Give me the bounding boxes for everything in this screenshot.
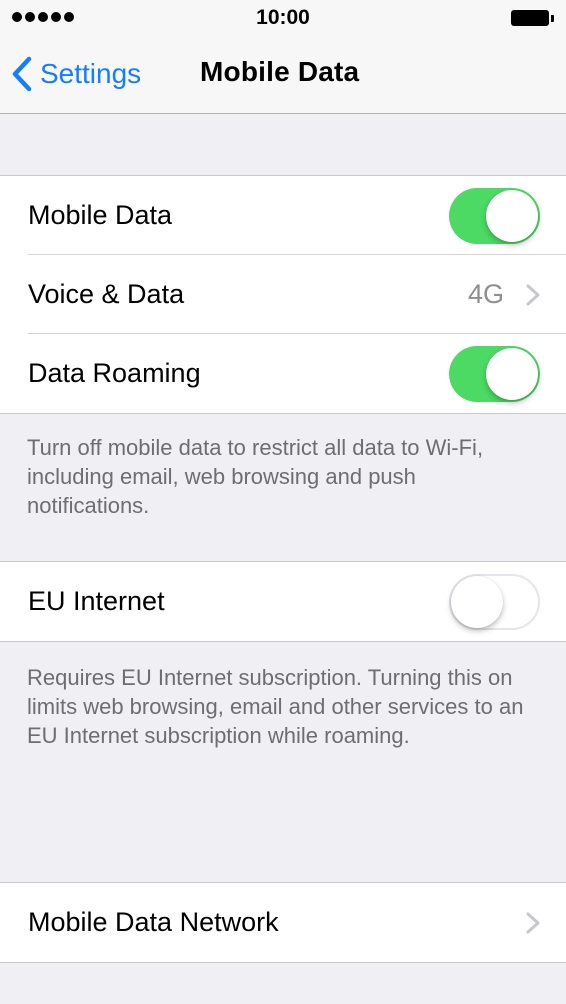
eu-internet-label: EU Internet: [28, 586, 165, 616]
chevron-right-icon: [526, 912, 540, 939]
eu-internet-group: EU Internet: [0, 561, 566, 642]
mobile-data-label: Mobile Data: [28, 200, 173, 230]
toggle-knob: [486, 189, 538, 242]
mobile-data-footer-note: Turn off mobile data to restrict all dat…: [27, 435, 484, 518]
data-roaming-label: Data Roaming: [28, 358, 201, 388]
chevron-right-icon: [526, 284, 540, 311]
status-time: 10:00: [256, 6, 310, 29]
back-button-label: Settings: [40, 58, 142, 89]
voice-and-data-label: Voice & Data: [28, 279, 185, 309]
eu-internet-footer-note: Requires EU Internet subscription. Turni…: [27, 665, 524, 748]
voice-and-data-value: 4G: [467, 279, 504, 309]
eu-internet-row: EU Internet: [0, 562, 566, 641]
data-roaming-row: Data Roaming: [0, 333, 566, 413]
toggle-knob: [451, 575, 503, 628]
page-title: Mobile Data: [200, 56, 360, 87]
battery-icon: [511, 10, 554, 26]
toggle-knob: [486, 347, 538, 400]
mobile-data-settings-group: Mobile Data Voice & Data 4G Data Roaming: [0, 175, 566, 414]
status-bar: 10:00: [0, 0, 566, 36]
voice-and-data-row[interactable]: Voice & Data 4G: [0, 254, 566, 334]
mobile-data-network-row[interactable]: Mobile Data Network: [0, 883, 566, 962]
navigation-bar: Settings Mobile Data: [0, 36, 566, 114]
eu-internet-toggle[interactable]: [449, 573, 540, 630]
mobile-data-network-group: Mobile Data Network: [0, 882, 566, 963]
screen: 10:00 Settings Mobile Data Mobile Data V…: [0, 0, 566, 1004]
mobile-data-row: Mobile Data: [0, 176, 566, 255]
back-button[interactable]: Settings: [12, 52, 141, 96]
data-roaming-toggle[interactable]: [449, 345, 540, 402]
mobile-data-toggle[interactable]: [449, 187, 540, 244]
chevron-left-icon: [12, 56, 32, 92]
mobile-data-network-label: Mobile Data Network: [28, 907, 279, 937]
